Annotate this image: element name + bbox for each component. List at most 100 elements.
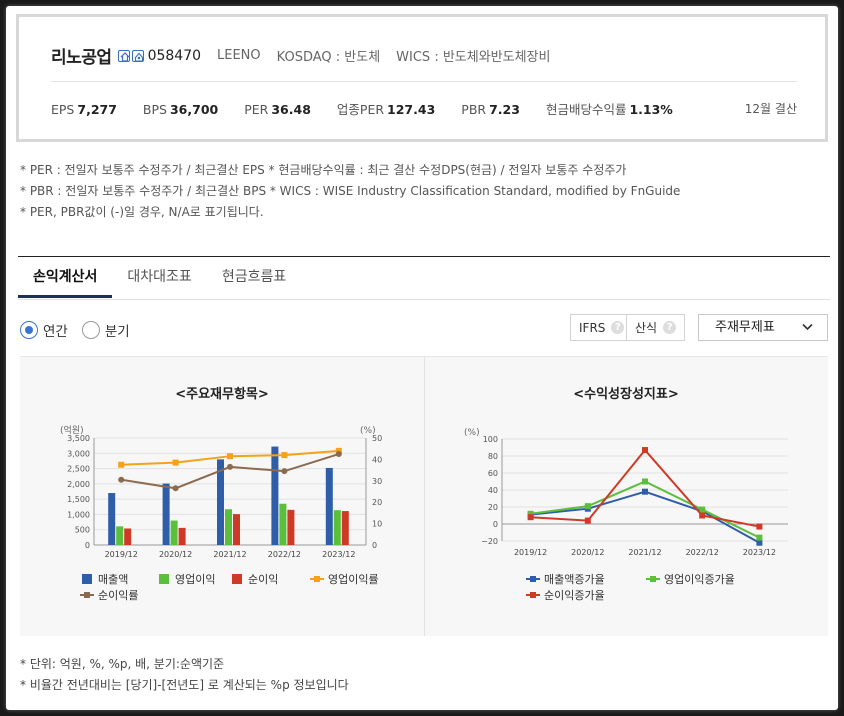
point-영업이익률 <box>281 452 288 459</box>
y-tick-label: 1,000 <box>67 510 90 519</box>
x-tick-label: 2021/12 <box>628 548 661 557</box>
bar-영업이익 <box>333 510 341 545</box>
x-tick-label: 2019/12 <box>514 548 547 557</box>
point-순이익증가율 <box>756 523 763 530</box>
ifrs-button[interactable]: IFRS ? <box>570 314 634 341</box>
tab-income-statement[interactable]: 손익계산서 <box>18 268 113 298</box>
bar-순이익 <box>178 527 186 545</box>
legend-swatch <box>82 574 92 584</box>
point-매출액증가율 <box>642 488 648 495</box>
legend-label: 순이익증가율 <box>544 589 605 602</box>
footer-note: * 비율간 전년대비는 [당기]-[전년도] 로 계산되는 %p 정보입니다 <box>20 678 349 692</box>
x-tick-label: 2020/12 <box>159 550 192 559</box>
bar-매출액 <box>108 493 116 545</box>
footer-note: * 단위: 억원, %, %p, 배, 분기:순액기준 <box>20 657 225 671</box>
y-tick-label: 60 <box>488 469 498 478</box>
note-line: * PER : 전일자 보통주 수정주가 / 최근결산 EPS * 현금배당수익… <box>20 163 627 177</box>
company-summary-card: 리노공업 058470 LEENO KOSDAQ : 반도체 WICS : 반도… <box>16 14 828 142</box>
y2-tick-label: 40 <box>372 455 382 464</box>
y-tick-label: 0 <box>85 541 90 550</box>
x-tick-label: 2022/12 <box>686 548 719 557</box>
legend-swatch <box>314 576 320 582</box>
radio-annual-label[interactable]: 연간 <box>43 320 68 340</box>
point-순이익률 <box>227 463 233 470</box>
legend-label: 순이익률 <box>98 589 138 602</box>
note-line: * PER, PBR값이 (-)일 경우, N/A로 표기됩니다. <box>20 205 264 219</box>
tab-cash-flow[interactable]: 현금흐름표 <box>207 268 301 298</box>
point-영업이익증가율 <box>584 503 591 510</box>
legend-swatch <box>84 592 90 598</box>
x-tick-label: 2022/12 <box>268 550 301 559</box>
legend-label: 매출액 <box>98 573 128 586</box>
radio-annual[interactable] <box>20 321 38 339</box>
ifrs-label: IFRS <box>579 320 606 335</box>
page-frame: 리노공업 058470 LEENO KOSDAQ : 반도체 WICS : 반도… <box>6 6 838 710</box>
bar-영업이익 <box>116 526 124 545</box>
y-tick-label: 2,000 <box>67 480 90 489</box>
x-tick-label: 2021/12 <box>213 550 246 559</box>
statement-type-select[interactable]: 주재무제표 <box>698 314 828 341</box>
point-영업이익률 <box>227 453 233 460</box>
x-tick-label: 2019/12 <box>105 550 138 559</box>
radio-quarter[interactable] <box>81 321 100 339</box>
point-순이익률 <box>335 451 342 458</box>
legend-swatch <box>159 574 169 584</box>
point-순이익증가율 <box>527 514 534 521</box>
y2-tick-label: 20 <box>372 498 382 507</box>
point-순이익률 <box>118 476 125 483</box>
legend-label: 매출액증가율 <box>544 573 605 586</box>
charts-panel: <주요재무항목> <수익성장성지표> (억원) (%) 0 500 1,000 1,500… <box>20 356 828 636</box>
y2-tick-label: 30 <box>372 477 382 486</box>
legend-swatch <box>650 576 656 582</box>
line-매출액증가율 <box>530 490 760 544</box>
bar-매출액 <box>271 446 279 545</box>
stock-code: 058470 <box>147 47 202 64</box>
point-영업이익증가율 <box>756 534 763 541</box>
company-header: 리노공업 058470 LEENO KOSDAQ : 반도체 WICS : 반도… <box>51 43 551 69</box>
y-axis-unit-label: (%) <box>464 428 480 438</box>
tab-balance-sheet[interactable]: 대차대조표 <box>112 268 206 298</box>
market-info: KOSDAQ : 반도체 <box>276 50 381 65</box>
legend-swatch <box>232 574 242 584</box>
help-icon[interactable]: ? <box>663 321 677 334</box>
point-매출액증가율 <box>756 539 763 546</box>
y-tick-label: 40 <box>488 486 498 495</box>
tabs-underline <box>18 299 830 300</box>
home-icon[interactable] <box>117 49 130 62</box>
section-rule <box>18 256 830 257</box>
bar-매출액 <box>162 483 170 545</box>
y-tick-label: 3,500 <box>67 434 90 443</box>
company-icon[interactable] <box>131 49 144 62</box>
growth-chart: (%) −20 0 20 40 60 80 100 2019/12 2020/12 2021/12 2… <box>464 428 788 602</box>
english-name: LEENO <box>217 48 261 63</box>
point-영업이익률 <box>172 459 179 466</box>
help-icon[interactable]: ? <box>611 321 625 334</box>
metric-eps: EPS 7,277 <box>51 102 117 117</box>
point-순이익률 <box>172 485 179 492</box>
y-tick-label: 3,000 <box>67 449 90 458</box>
legend-label: 영업이익 <box>175 573 215 586</box>
company-name: 리노공업 <box>51 48 112 68</box>
bar-매출액 <box>325 467 333 545</box>
legend-label: 순이익 <box>248 573 278 586</box>
footer-notes: * 단위: 억원, %, %p, 배, 분기:순액기준 * 비율간 전년대비는 … <box>20 654 349 696</box>
y-tick-label: 20 <box>488 503 498 512</box>
formula-button[interactable]: 산식 ? <box>626 314 686 341</box>
note-line: * PBR : 전일자 보통주 수정주가 / 최근결산 BPS * WICS :… <box>20 184 681 198</box>
point-순이익증가율 <box>699 512 706 519</box>
bar-순이익 <box>287 509 295 545</box>
bar-순이익 <box>341 511 349 545</box>
radio-quarter-label[interactable]: 분기 <box>105 320 130 340</box>
wics-info: WICS : 반도체와반도체장비 <box>396 50 551 65</box>
metric-industry-per: 업종PER 127.43 <box>336 102 436 117</box>
y-tick-label: 0 <box>493 520 498 529</box>
line-순이익증가율 <box>530 448 760 528</box>
period-selector: 연간 분기 <box>20 320 144 340</box>
select-value: 주재무제표 <box>715 320 775 335</box>
point-영업이익률 <box>118 461 125 468</box>
x-tick-label: 2020/12 <box>571 548 604 557</box>
definition-notes: * PER : 전일자 보통주 수정주가 / 최근결산 EPS * 현금배당수익… <box>20 160 680 223</box>
y-tick-label: 500 <box>75 526 90 535</box>
bar-순이익 <box>124 528 132 545</box>
statement-tabs: 손익계산서 대차대조표 현금흐름표 <box>18 268 301 298</box>
